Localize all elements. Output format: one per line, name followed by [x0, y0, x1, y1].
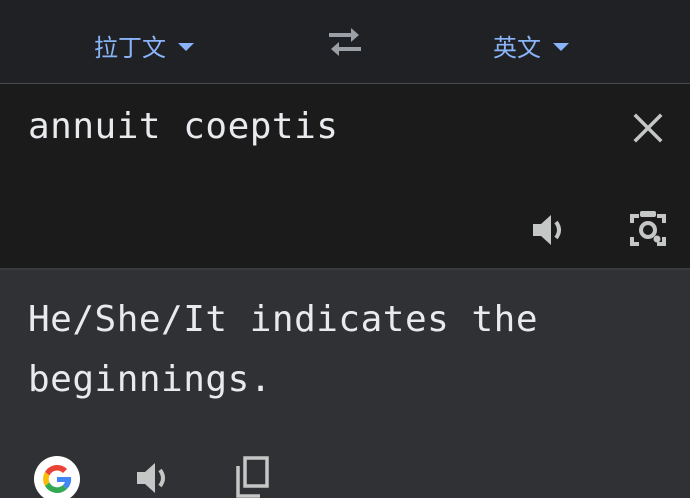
- source-panel: annuit coeptis: [0, 84, 690, 270]
- copy-button[interactable]: [230, 454, 274, 498]
- swap-languages-icon: [329, 28, 361, 56]
- source-language-label: 拉丁文: [94, 33, 166, 62]
- source-input[interactable]: annuit coeptis: [28, 106, 338, 147]
- swap-languages-button[interactable]: [325, 24, 365, 60]
- copy-icon: [236, 456, 269, 498]
- target-language-selector[interactable]: 英文: [493, 28, 569, 62]
- google-logo: [34, 456, 80, 498]
- language-bar: 拉丁文 英文: [0, 0, 690, 84]
- camera-lens-icon: [630, 211, 666, 246]
- result-panel: He/She/It indicates the beginnings.: [0, 270, 690, 498]
- source-language-selector[interactable]: 拉丁文: [94, 28, 194, 62]
- speaker-icon: [533, 215, 561, 245]
- result-speak-button[interactable]: [132, 456, 176, 498]
- translate-app: 拉丁文 英文 annuit coeptis He/She/It indicate…: [0, 0, 690, 498]
- speaker-icon: [137, 463, 165, 493]
- chevron-down-icon: [553, 42, 569, 51]
- clear-button[interactable]: [628, 108, 668, 148]
- source-speak-button[interactable]: [528, 208, 572, 252]
- camera-button[interactable]: [626, 208, 670, 252]
- chevron-down-icon: [178, 42, 194, 51]
- target-language-label: 英文: [493, 33, 541, 62]
- translation-result: He/She/It indicates the beginnings.: [28, 299, 538, 400]
- close-icon: [633, 113, 663, 143]
- google-g-icon: [43, 464, 72, 494]
